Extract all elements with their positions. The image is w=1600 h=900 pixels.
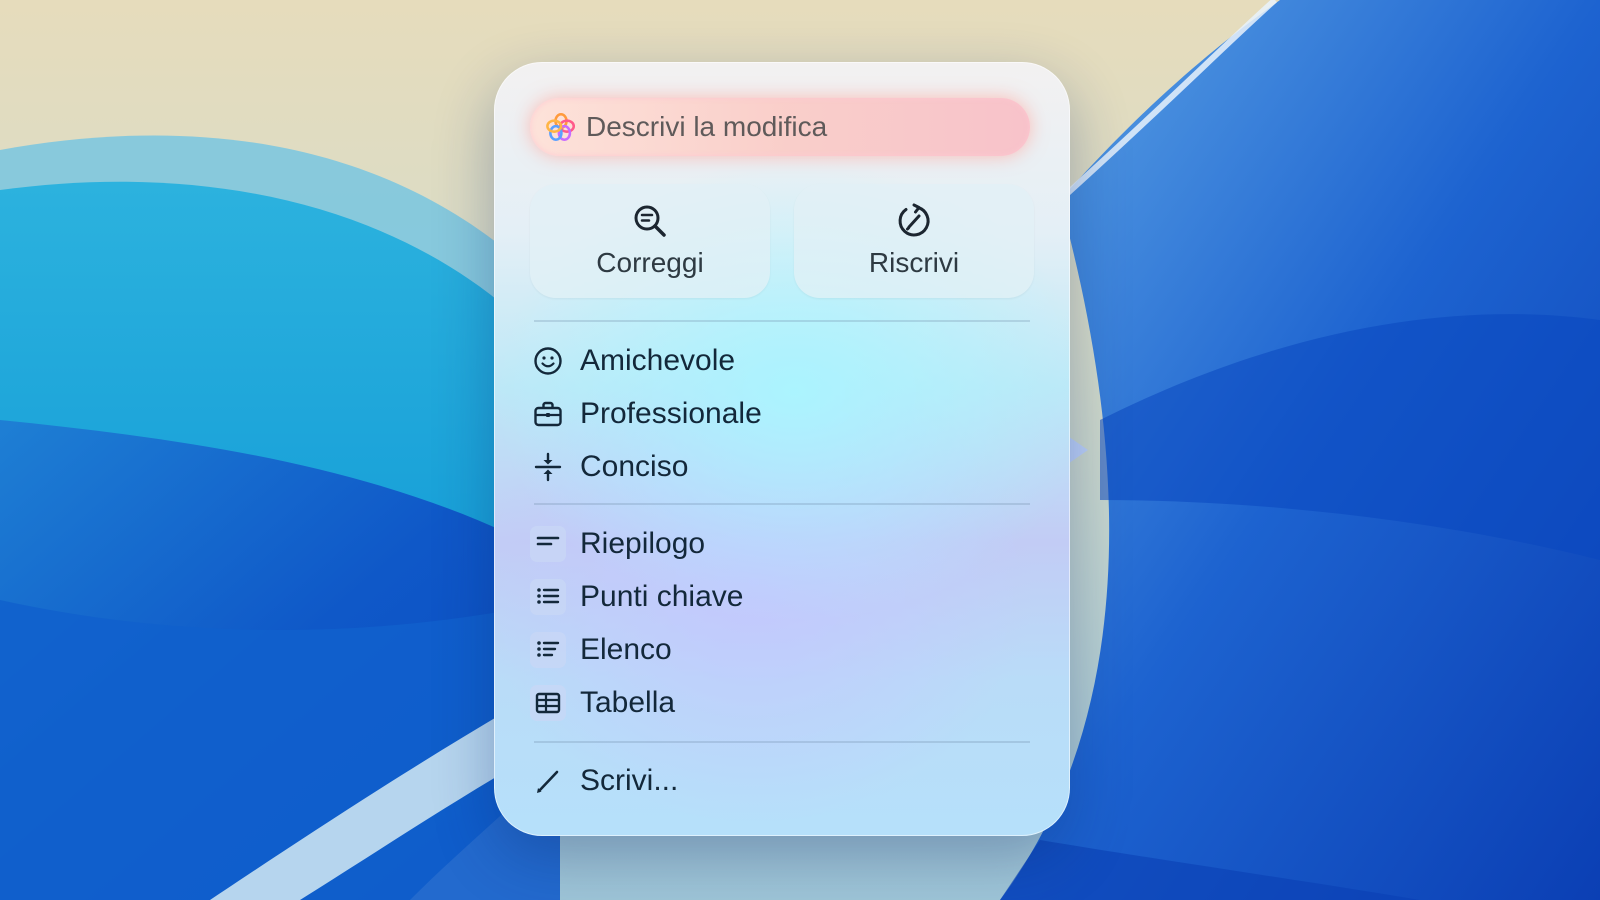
menu-item-list[interactable]: Elenco — [530, 626, 1030, 674]
apple-intelligence-icon — [546, 112, 576, 142]
list-icon — [530, 632, 566, 668]
pencil-icon — [530, 763, 566, 799]
menu-item-label: Riepilogo — [580, 527, 706, 560]
bullet-list-icon — [530, 579, 566, 615]
smiley-face-icon — [530, 343, 566, 379]
menu-item-label: Elenco — [580, 633, 672, 666]
menu-item-summary[interactable]: Riepilogo — [530, 520, 1030, 568]
divider — [534, 741, 1030, 743]
rewrite-circle-arrow-icon — [898, 203, 930, 237]
menu-item-label: Amichevole — [580, 344, 736, 377]
divider — [534, 503, 1030, 505]
proofread-label: Correggi — [596, 247, 704, 278]
proofread-button[interactable]: Correggi — [530, 184, 770, 298]
menu-item-concise[interactable]: Conciso — [530, 443, 1030, 491]
menu-item-label: Professionale — [580, 397, 762, 430]
menu-item-label: Conciso — [580, 450, 689, 483]
describe-change-input[interactable] — [586, 111, 1006, 143]
menu-item-compose[interactable]: Scrivi... — [530, 757, 1030, 805]
menu-item-label: Punti chiave — [580, 580, 744, 613]
menu-item-table[interactable]: Tabella — [530, 679, 1030, 727]
menu-item-key-points[interactable]: Punti chiave — [530, 573, 1030, 621]
summary-lines-icon — [530, 526, 566, 562]
table-icon — [530, 685, 566, 721]
describe-change-field[interactable] — [530, 98, 1030, 156]
compress-arrows-icon — [530, 449, 566, 485]
menu-item-label: Scrivi... — [580, 764, 679, 797]
briefcase-icon — [530, 396, 566, 432]
menu-item-professional[interactable]: Professionale — [530, 390, 1030, 438]
menu-item-label: Tabella — [580, 686, 676, 719]
menu-item-friendly[interactable]: Amichevole — [530, 337, 1030, 385]
magnifier-proofread-icon — [634, 205, 666, 237]
writing-tools-popover: Correggi Riscrivi Amichevole — [494, 62, 1070, 836]
rewrite-button[interactable]: Riscrivi — [794, 184, 1034, 298]
rewrite-label: Riscrivi — [868, 247, 960, 278]
divider — [534, 320, 1030, 322]
